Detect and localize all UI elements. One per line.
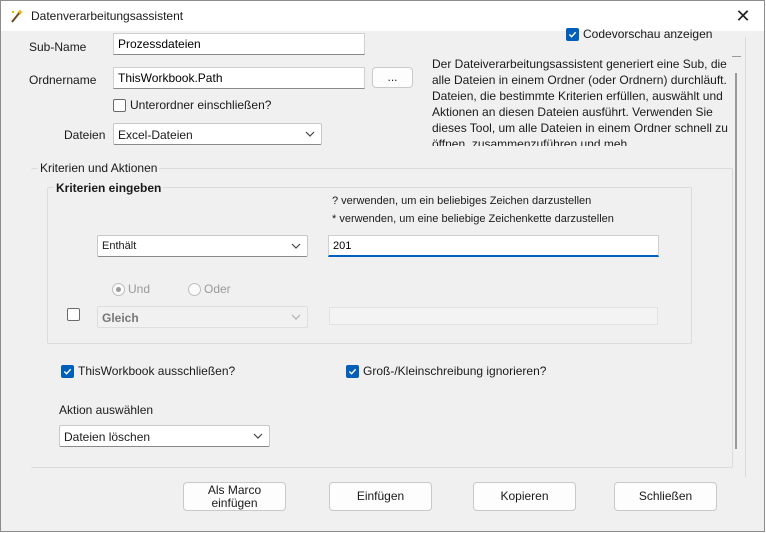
close-window-button[interactable]: ✕ — [729, 5, 757, 27]
browse-folder-button[interactable]: ... — [372, 67, 413, 88]
insert-button[interactable]: Einfügen — [329, 482, 432, 511]
dateien-label: Dateien — [64, 128, 106, 142]
operator-1-selected: Enthält — [102, 240, 137, 252]
und-label: Und — [128, 282, 151, 296]
window-title: Datenverarbeitungsassistent — [31, 9, 184, 23]
subname-label: Sub-Name — [29, 40, 87, 54]
ignore-case-label: Groß-/Kleinschreibung ignorieren? — [363, 364, 547, 378]
criteria-actions-title: Kriterien und Aktionen — [38, 161, 160, 175]
unterordner-label: Unterordner einschließen? — [130, 98, 272, 112]
operator-2-dropdown[interactable]: Gleich — [97, 306, 308, 328]
action-dropdown[interactable]: Dateien löschen — [59, 425, 270, 447]
ignore-case-checkbox[interactable] — [346, 365, 359, 378]
action-selected: Dateien löschen — [64, 430, 151, 444]
chevron-down-icon — [305, 131, 315, 137]
scroll-up-indicator[interactable] — [732, 56, 741, 57]
criteria-value-2-input[interactable] — [329, 307, 658, 325]
action-label: Aktion auswählen — [59, 403, 154, 417]
scroll-track — [745, 37, 746, 477]
dialog-window: Datenverarbeitungsassistent ✕ Sub-Name O… — [0, 0, 765, 532]
checkmark-icon — [348, 368, 357, 375]
subname-input[interactable] — [113, 33, 365, 55]
copy-button[interactable]: Kopieren — [473, 482, 576, 511]
dateien-selected: Excel-Dateien — [118, 128, 193, 142]
second-criteria-checkbox[interactable] — [67, 308, 80, 321]
ordnername-label: Ordnername — [29, 73, 97, 87]
close-button[interactable]: Schließen — [614, 482, 717, 511]
insert-as-macro-button[interactable]: Als Marco einfügen — [183, 482, 286, 511]
dateien-dropdown[interactable]: Excel-Dateien — [113, 123, 322, 145]
ordnername-input[interactable] — [113, 67, 365, 89]
chevron-down-icon — [291, 314, 301, 320]
wizard-wand-icon — [11, 9, 24, 23]
codevorschau-label: Codevorschau anzeigen — [583, 27, 713, 41]
criteria-value-1-input[interactable] — [328, 235, 659, 257]
chevron-down-icon — [253, 433, 263, 439]
description-text: Der Dateiverarbeitungsassistent generier… — [432, 57, 728, 146]
und-radio[interactable] — [112, 283, 125, 296]
criteria-entry-title: Kriterien eingeben — [54, 181, 164, 195]
checkmark-icon — [63, 368, 72, 375]
oder-radio[interactable] — [188, 283, 201, 296]
vertical-scrollbar[interactable] — [735, 73, 737, 449]
oder-label: Oder — [204, 282, 231, 296]
wildcard-hint-1: ? verwenden, um ein beliebiges Zeichen d… — [332, 195, 592, 207]
operator-2-selected: Gleich — [102, 311, 139, 325]
checkmark-icon — [568, 31, 577, 38]
exclude-workbook-checkbox[interactable] — [61, 365, 74, 378]
unterordner-checkbox[interactable] — [113, 99, 126, 112]
wildcard-hint-2: * verwenden, um eine beliebige Zeichenke… — [332, 213, 614, 225]
exclude-workbook-label: ThisWorkbook ausschließen? — [78, 364, 236, 378]
close-icon: ✕ — [735, 6, 751, 26]
operator-1-dropdown[interactable]: Enthält — [97, 235, 308, 257]
codevorschau-checkbox[interactable] — [566, 28, 579, 41]
chevron-down-icon — [291, 243, 301, 249]
